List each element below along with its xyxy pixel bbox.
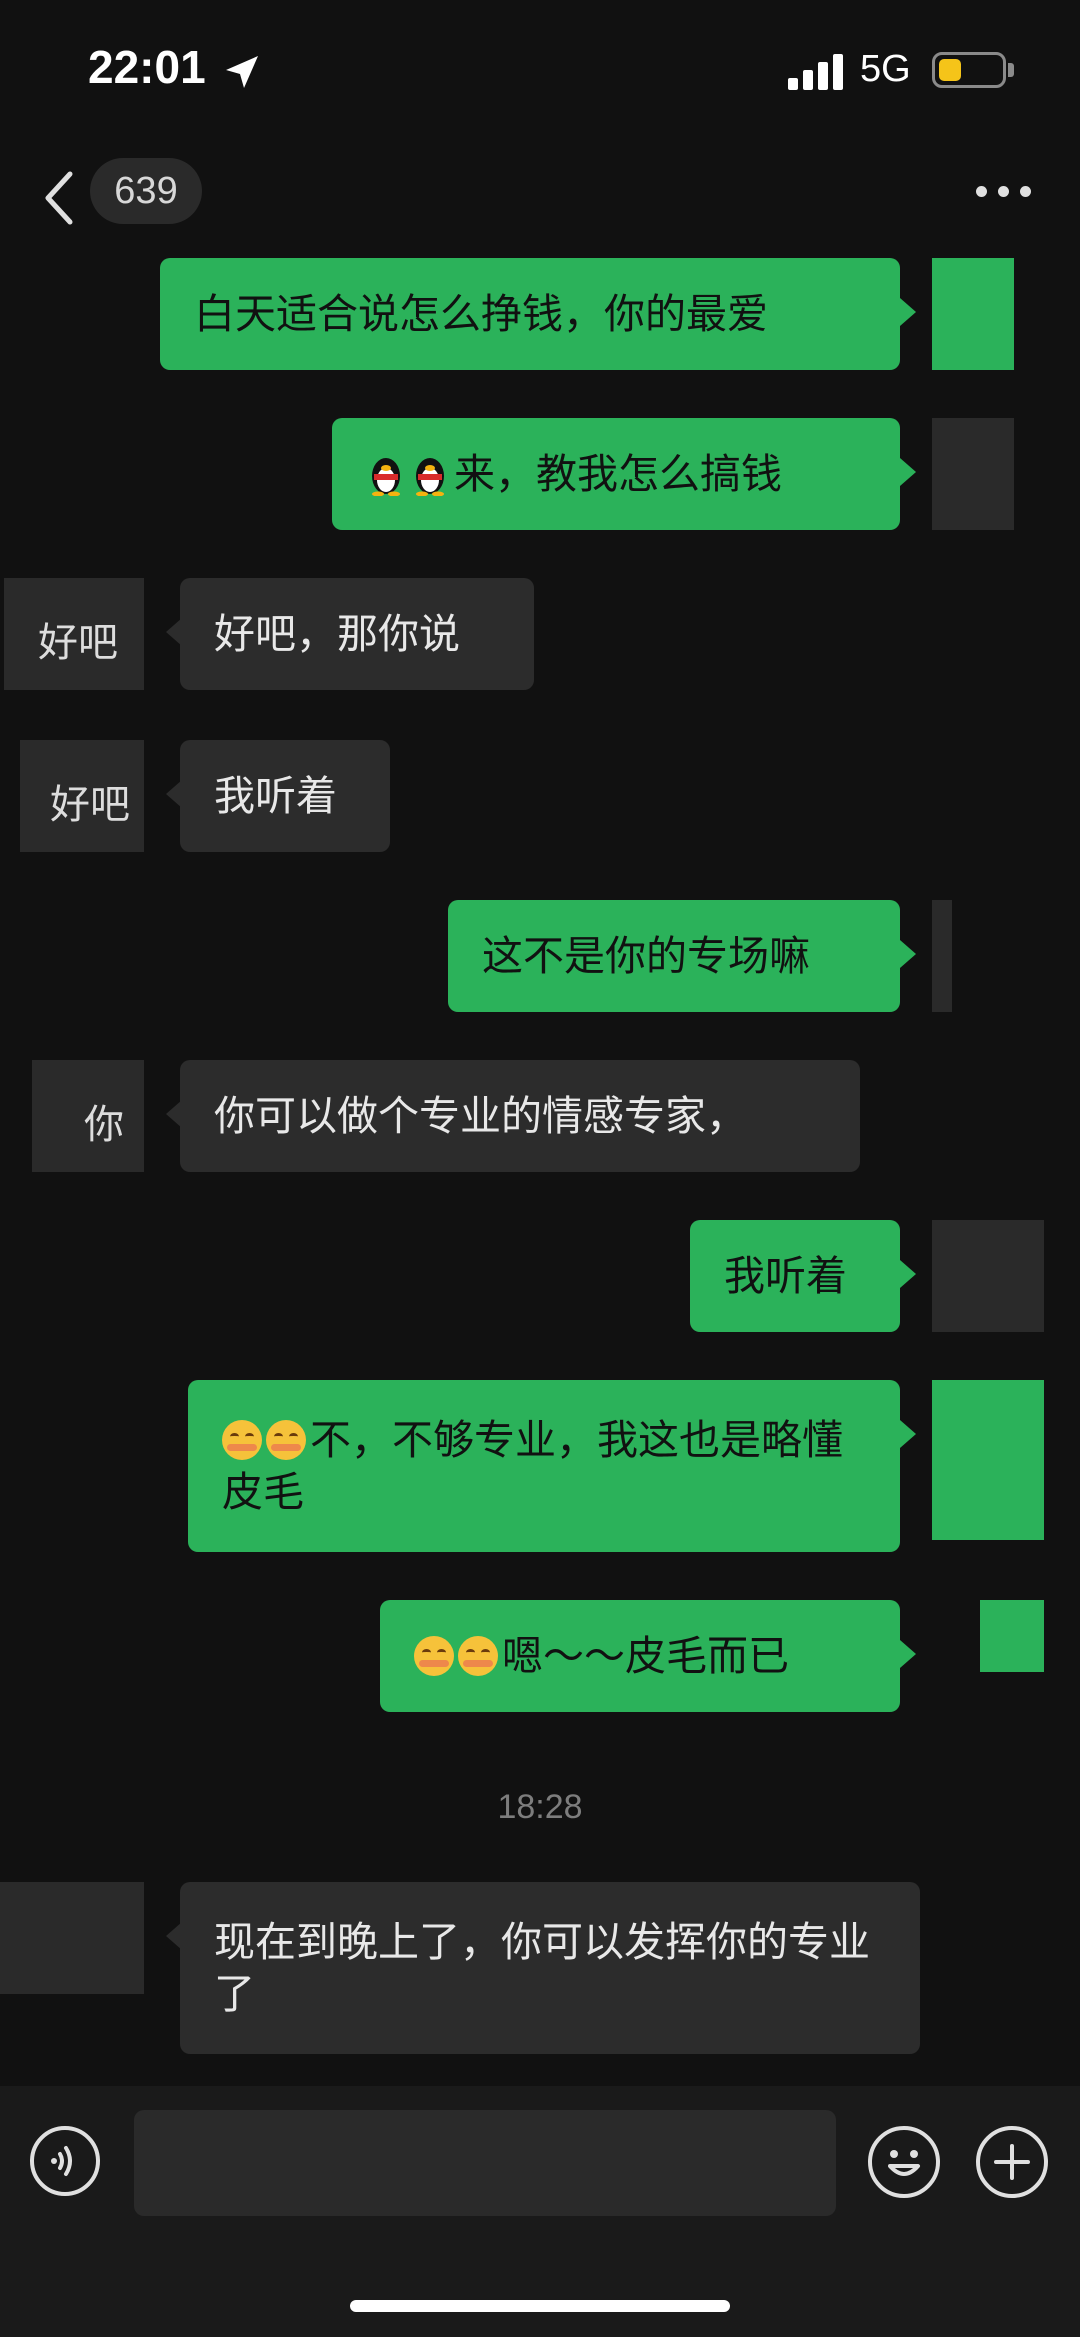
unread-count-badge[interactable]: 639 xyxy=(90,158,202,224)
location-arrow-icon xyxy=(226,56,258,88)
avatar-label: 好吧 xyxy=(50,782,130,828)
message-bubble-incoming[interactable]: 现在到晚上了，你可以发挥你的专业了 xyxy=(180,1882,920,2054)
message-text: 我听着 xyxy=(214,772,337,820)
chat-header: 639 xyxy=(0,150,1080,250)
avatar-label: 你 xyxy=(84,1102,124,1148)
avatar-contact[interactable]: 好吧 xyxy=(20,740,144,852)
voice-icon[interactable] xyxy=(30,2126,100,2196)
qq-penguin-icon xyxy=(410,452,450,497)
message-text: 这不是你的专场嘛 xyxy=(482,932,810,980)
blushing-smile-icon xyxy=(222,1420,262,1460)
message-text: 你可以做个专业的情感专家， xyxy=(214,1092,747,1140)
battery-nub xyxy=(1008,63,1014,77)
chevron-left-icon[interactable] xyxy=(40,168,80,228)
signal-strength-icon xyxy=(788,54,843,90)
home-indicator[interactable] xyxy=(350,2300,730,2312)
smiley-icon[interactable] xyxy=(868,2126,940,2198)
avatar-label: 好吧 xyxy=(38,620,118,666)
message-text: 嗯～～皮毛而已 xyxy=(502,1632,789,1680)
message-bubble-outgoing[interactable]: 来，教我怎么搞钱 xyxy=(332,418,900,530)
message-input[interactable] xyxy=(134,2110,836,2216)
avatar-self[interactable] xyxy=(932,1380,1044,1540)
message-text: 来，教我怎么搞钱 xyxy=(454,450,782,498)
message-bubble-outgoing[interactable]: 白天适合说怎么挣钱，你的最爱 xyxy=(160,258,900,370)
message-text: 不，不够专业，我这也是略懂皮毛 xyxy=(222,1416,843,1516)
message-text: 好吧，那你说 xyxy=(214,610,460,658)
network-type: 5G xyxy=(860,48,911,90)
avatar-contact[interactable]: 好吧 xyxy=(4,578,144,690)
plus-icon[interactable] xyxy=(976,2126,1048,2198)
message-bubble-outgoing[interactable]: 这不是你的专场嘛 xyxy=(448,900,900,1012)
message-bubble-outgoing[interactable]: 嗯～～皮毛而已 xyxy=(380,1600,900,1712)
blushing-smile-icon xyxy=(266,1420,306,1460)
message-text: 白天适合说怎么挣钱，你的最爱 xyxy=(194,290,768,338)
status-time: 22:01 xyxy=(88,41,206,93)
avatar-self[interactable] xyxy=(980,1600,1044,1672)
message-bubble-outgoing[interactable]: 不，不够专业，我这也是略懂皮毛 xyxy=(188,1380,900,1552)
qq-penguin-icon xyxy=(366,452,406,497)
message-bubble-incoming[interactable]: 我听着 xyxy=(180,740,390,852)
avatar-contact[interactable]: 你 xyxy=(32,1060,144,1172)
avatar-self[interactable] xyxy=(932,1220,1044,1332)
avatar-self[interactable] xyxy=(932,418,1014,530)
avatar-self[interactable] xyxy=(932,900,952,1012)
message-text: 我听着 xyxy=(724,1252,847,1300)
avatar-self[interactable] xyxy=(932,258,1014,370)
message-bubble-incoming[interactable]: 你可以做个专业的情感专家， xyxy=(180,1060,860,1172)
message-text: 现在到晚上了，你可以发挥你的专业了 xyxy=(214,1918,870,2018)
status-bar: 22:01 5G xyxy=(0,0,1080,140)
battery-level xyxy=(939,59,961,81)
blushing-smile-icon xyxy=(414,1636,454,1676)
chat-timestamp: 18:28 xyxy=(497,1788,583,1826)
message-bubble-incoming[interactable]: 好吧，那你说 xyxy=(180,578,534,690)
more-dots-icon[interactable] xyxy=(976,186,1032,200)
blushing-smile-icon xyxy=(458,1636,498,1676)
message-bubble-outgoing[interactable]: 我听着 xyxy=(690,1220,900,1332)
battery-icon xyxy=(932,52,1006,88)
avatar-contact[interactable] xyxy=(0,1882,144,1994)
